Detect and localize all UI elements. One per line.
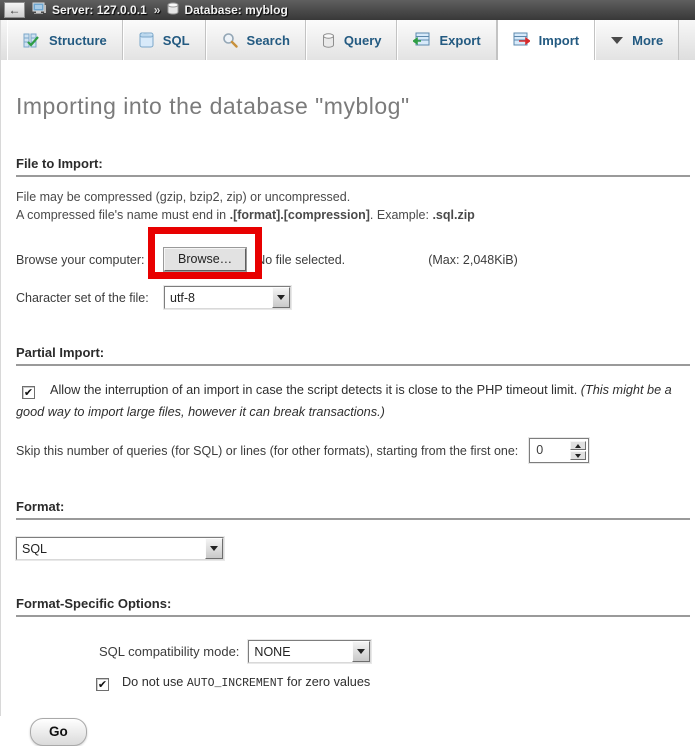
sql-compat-select[interactable]: NONE bbox=[248, 640, 371, 663]
back-arrow-icon: ← bbox=[9, 3, 21, 17]
tab-import[interactable]: Import bbox=[497, 20, 595, 60]
tab-bar: Structure SQL Search Query Export bbox=[1, 20, 695, 60]
charset-select[interactable]: utf-8 bbox=[164, 286, 291, 309]
query-icon bbox=[322, 33, 335, 48]
section-heading-partial-import: Partial Import: bbox=[16, 345, 690, 366]
charset-select-value: utf-8 bbox=[165, 287, 272, 308]
breadcrumb-server-label: Server: 127.0.0.1 bbox=[52, 3, 147, 17]
allow-interruption-label: Allow the interruption of an import in c… bbox=[50, 383, 577, 397]
skip-queries-row: Skip this number of queries (for SQL) or… bbox=[16, 438, 693, 463]
tab-structure[interactable]: Structure bbox=[7, 20, 123, 60]
tab-search[interactable]: Search bbox=[206, 20, 306, 60]
go-row: Go bbox=[16, 718, 693, 746]
main-frame: Structure SQL Search Query Export bbox=[0, 20, 695, 716]
tab-export-label: Export bbox=[439, 33, 480, 48]
sql-compat-label: SQL compatibility mode: bbox=[99, 644, 239, 659]
skip-queries-spinner[interactable]: 0 bbox=[529, 438, 589, 463]
import-page: Importing into the database "myblog" Fil… bbox=[1, 93, 695, 746]
tab-query[interactable]: Query bbox=[306, 20, 398, 60]
skip-queries-value[interactable]: 0 bbox=[532, 441, 570, 460]
breadcrumb-bar: ← Server: 127.0.0.1 » Database: myblog bbox=[0, 0, 695, 20]
section-heading-file-to-import: File to Import: bbox=[16, 156, 690, 177]
allow-interruption-row: ✔ Allow the interruption of an import in … bbox=[16, 379, 689, 423]
breadcrumb-database-label: Database: myblog bbox=[184, 3, 287, 17]
tab-sql[interactable]: SQL bbox=[123, 20, 206, 60]
server-icon bbox=[32, 2, 47, 18]
chevron-down-icon bbox=[611, 37, 623, 44]
charset-select-arrow-icon[interactable] bbox=[272, 287, 290, 308]
export-icon bbox=[413, 32, 430, 48]
format-select[interactable]: SQL bbox=[16, 537, 224, 560]
browse-row: Browse your computer: Browse… No file se… bbox=[16, 248, 693, 271]
database-icon bbox=[167, 2, 179, 18]
tab-query-label: Query bbox=[344, 33, 382, 48]
no-file-selected-text: No file selected. bbox=[256, 253, 428, 267]
breadcrumb-database[interactable]: Database: myblog bbox=[167, 2, 287, 18]
skip-queries-label: Skip this number of queries (for SQL) or… bbox=[16, 444, 518, 458]
format-select-value: SQL bbox=[17, 538, 205, 559]
sql-compat-select-arrow-icon[interactable] bbox=[352, 641, 370, 662]
sql-icon bbox=[139, 32, 154, 48]
charset-row: Character set of the file: utf-8 bbox=[16, 286, 693, 309]
tab-export[interactable]: Export bbox=[397, 20, 496, 60]
max-size-note: (Max: 2,048KiB) bbox=[428, 253, 518, 267]
tab-sql-label: SQL bbox=[163, 33, 190, 48]
compression-hint-line1: File may be compressed (gzip, bzip2, zip… bbox=[16, 190, 350, 204]
sql-compat-row: SQL compatibility mode: NONE bbox=[99, 640, 693, 663]
charset-label: Character set of the file: bbox=[16, 291, 164, 305]
structure-icon bbox=[23, 33, 40, 48]
tab-import-label: Import bbox=[539, 33, 579, 48]
tab-structure-label: Structure bbox=[49, 33, 107, 48]
search-icon bbox=[222, 32, 238, 48]
tab-more[interactable]: More bbox=[595, 20, 679, 60]
auto-increment-label: Do not use AUTO_INCREMENT for zero value… bbox=[122, 675, 370, 689]
go-button[interactable]: Go bbox=[30, 718, 87, 746]
import-icon bbox=[513, 32, 530, 48]
breadcrumb-separator: » bbox=[154, 3, 161, 17]
tab-search-label: Search bbox=[247, 33, 290, 48]
breadcrumb-server[interactable]: Server: 127.0.0.1 bbox=[32, 2, 147, 18]
compression-hint-line2: A compressed file's name must end in .[f… bbox=[16, 208, 475, 222]
spinner-up-icon[interactable] bbox=[570, 441, 586, 450]
tab-more-label: More bbox=[632, 33, 663, 48]
back-button[interactable]: ← bbox=[4, 2, 25, 18]
section-heading-format-options: Format-Specific Options: bbox=[16, 596, 690, 617]
sql-compat-select-value: NONE bbox=[249, 641, 352, 662]
format-select-arrow-icon[interactable] bbox=[205, 538, 223, 559]
tabbar-filler bbox=[679, 20, 695, 60]
auto-increment-row: ✔ Do not use AUTO_INCREMENT for zero valu… bbox=[96, 675, 693, 691]
spinner-buttons bbox=[570, 441, 586, 460]
spinner-down-icon[interactable] bbox=[570, 451, 586, 460]
allow-interruption-checkbox[interactable]: ✔ bbox=[22, 386, 35, 399]
browse-label: Browse your computer: bbox=[16, 253, 164, 267]
compression-hint: File may be compressed (gzip, bzip2, zip… bbox=[16, 188, 693, 224]
auto-increment-checkbox[interactable]: ✔ bbox=[96, 678, 109, 691]
section-heading-format: Format: bbox=[16, 499, 690, 520]
browse-button[interactable]: Browse… bbox=[164, 248, 246, 271]
page-title: Importing into the database "myblog" bbox=[16, 93, 693, 120]
